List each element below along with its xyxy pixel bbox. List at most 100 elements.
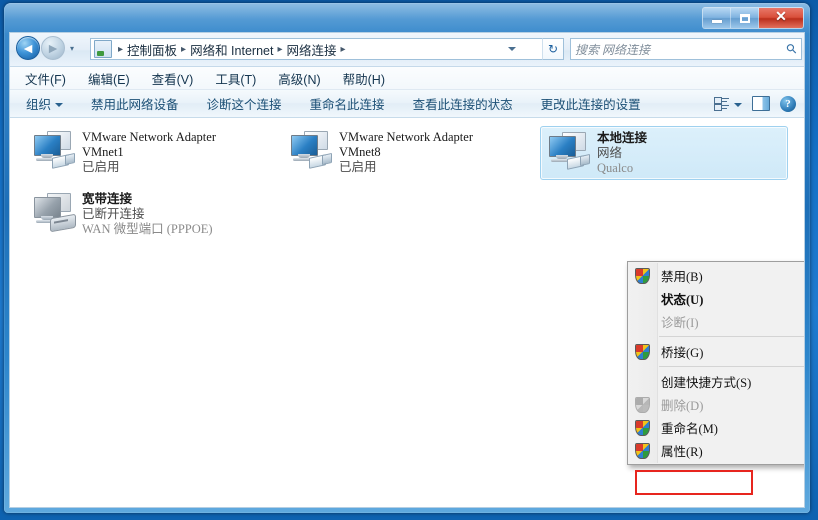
network-adapter-icon [30,129,78,175]
connection-device: Qualco [597,161,634,175]
maximize-button[interactable] [731,8,759,28]
search-input[interactable]: 搜索 网络连接 ⚲ [570,38,802,60]
broadband-adapter-icon [30,191,78,237]
context-menu-label: 禁用(B) [661,270,703,284]
organize-label: 组织 [26,98,52,112]
address-bar-row: ◄ ► ▾ ▸ 控制面板 ▸ 网络和 Internet ▸ 网络连接 ▸ ↻ 搜… [10,33,804,67]
minimize-icon [711,19,722,23]
shield-icon [635,397,650,413]
chevron-down-icon: ▾ [69,43,74,53]
forward-arrow-icon: ► [46,39,60,56]
menu-file[interactable]: 文件(F) [22,67,69,90]
connection-status: 已启用 [339,160,377,174]
view-mode-caret-icon[interactable] [734,102,742,107]
context-menu-label: 状态(U) [661,293,704,307]
menu-help[interactable]: 帮助(H) [340,67,388,90]
shield-icon [635,268,650,284]
connection-name-line2: VMnet8 [339,145,381,159]
connection-status: 已启用 [82,160,120,174]
rename-connection-button[interactable]: 重命名此连接 [306,92,389,115]
title-bar: ✕ [4,3,810,32]
list-item[interactable]: VMware Network Adapter VMnet1 已启用 [26,126,276,180]
recent-pages-dropdown[interactable]: ▾ [66,37,78,59]
context-menu-separator [659,366,804,367]
diagnose-connection-button[interactable]: 诊断这个连接 [203,92,286,115]
window-client-area: ◄ ► ▾ ▸ 控制面板 ▸ 网络和 Internet ▸ 网络连接 ▸ ↻ 搜… [9,32,805,508]
search-placeholder: 搜索 网络连接 [575,42,651,57]
close-button[interactable]: ✕ [759,8,803,28]
toolbar: 组织 禁用此网络设备 诊断这个连接 重命名此连接 查看此连接的状态 更改此连接的… [10,90,804,118]
address-dropdown-icon[interactable] [508,47,516,51]
breadcrumb[interactable]: ▸ 控制面板 ▸ 网络和 Internet ▸ 网络连接 ▸ [90,38,542,60]
connection-device: WAN 微型端口 (PPPOE) [82,222,213,236]
change-settings-button[interactable]: 更改此连接的设置 [537,92,645,115]
close-icon: ✕ [775,10,787,25]
context-menu-label: 重命名(M) [661,422,718,436]
context-menu: 禁用(B) 状态(U) 诊断(I) 桥接(G) 创建快捷方式(S) 删除(D) … [627,261,804,465]
shield-icon [635,344,650,360]
connection-status: 网络 [597,146,623,160]
breadcrumb-separator-3: ▸ [340,43,346,55]
network-adapter-icon [287,129,335,175]
menu-bar: 文件(F) 编辑(E) 查看(V) 工具(T) 高级(N) 帮助(H) [10,67,804,90]
menu-view[interactable]: 查看(V) [149,67,197,90]
maximize-icon [739,13,750,23]
context-menu-item-disable[interactable]: 禁用(B) [628,264,804,287]
list-bottom-fill [10,500,804,507]
menu-advanced[interactable]: 高级(N) [275,67,323,90]
refresh-icon: ↻ [547,42,559,56]
view-mode-icon[interactable] [714,96,729,111]
preview-pane-icon[interactable] [752,96,770,111]
context-menu-label: 桥接(G) [661,346,704,360]
context-menu-item-status[interactable]: 状态(U) [628,287,804,310]
breadcrumb-separator-0: ▸ [118,43,124,55]
list-item[interactable]: VMware Network Adapter VMnet8 已启用 [283,126,533,180]
shield-icon [635,420,650,436]
connection-name: 本地连接 [597,131,648,145]
list-item[interactable]: 宽带连接 已断开连接 WAN 微型端口 (PPPOE) [26,188,276,242]
connection-name: 宽带连接 [82,192,133,206]
organize-button[interactable]: 组织 [22,92,67,115]
connection-name: VMware Network Adapter [339,130,473,144]
context-menu-label: 属性(R) [661,445,703,459]
context-menu-item-rename[interactable]: 重命名(M) [628,416,804,439]
chevron-down-icon [55,102,64,107]
connection-status: 已断开连接 [82,207,145,221]
control-panel-icon [94,40,112,58]
disable-device-button[interactable]: 禁用此网络设备 [87,92,183,115]
network-adapter-icon [545,130,593,176]
toolbar-right-group: ? [714,90,796,117]
back-button[interactable]: ◄ [16,36,40,60]
modem-icon [50,213,76,233]
help-icon[interactable]: ? [780,95,796,112]
context-menu-item-properties[interactable]: 属性(R) [628,439,804,462]
navigation-buttons: ◄ ► ▾ [16,36,78,60]
context-menu-item-create-shortcut[interactable]: 创建快捷方式(S) [628,370,804,393]
properties-highlight-box [635,470,753,495]
breadcrumb-item-2[interactable]: 网络连接 [286,40,336,59]
breadcrumb-item-1[interactable]: 网络和 Internet [190,40,273,59]
back-arrow-icon: ◄ [21,39,35,56]
minimize-button[interactable] [703,8,731,28]
connections-list: VMware Network Adapter VMnet1 已启用 VMware… [10,118,804,507]
menu-tools[interactable]: 工具(T) [212,67,259,90]
forward-button[interactable]: ► [41,36,65,60]
list-item-selected[interactable]: 本地连接 网络 Qualco [540,126,788,180]
shield-icon [635,443,650,459]
context-menu-item-bridge[interactable]: 桥接(G) [628,340,804,363]
connection-name-line2: VMnet1 [82,145,124,159]
explorer-window: ✕ ◄ ► ▾ ▸ 控制面板 ▸ 网络和 Internet ▸ 网络连接 ▸ ↻… [4,3,810,513]
view-status-button[interactable]: 查看此连接的状态 [409,92,517,115]
breadcrumb-separator-2: ▸ [277,43,283,55]
breadcrumb-separator-1: ▸ [181,43,187,55]
ethernet-plug-icon [309,152,332,169]
breadcrumb-item-0[interactable]: 控制面板 [127,40,177,59]
context-menu-separator [659,336,804,337]
ethernet-plug-icon [52,152,75,169]
refresh-button[interactable]: ↻ [542,38,564,60]
context-menu-label: 诊断(I) [661,316,699,330]
context-menu-label: 删除(D) [661,399,704,413]
context-menu-item-delete: 删除(D) [628,393,804,416]
connection-name: VMware Network Adapter [82,130,216,144]
menu-edit[interactable]: 编辑(E) [85,67,133,90]
